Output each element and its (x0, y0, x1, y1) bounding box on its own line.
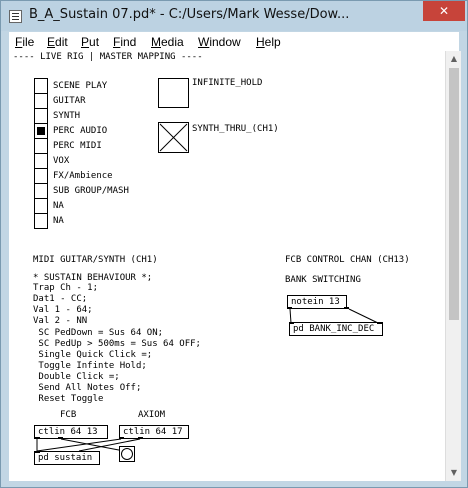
scroll-up-arrow-icon[interactable]: ▲ (446, 51, 462, 67)
infinite-hold-label: INFINITE_HOLD (192, 78, 263, 88)
close-button[interactable]: ✕ (423, 1, 465, 21)
radio-label: NA (53, 216, 64, 226)
radio-cell-selected[interactable] (35, 124, 47, 139)
object-outlet[interactable] (344, 307, 349, 309)
synth-thru-label: SYNTH_THRU_(CH1) (192, 124, 279, 134)
ctlin-fcb-object[interactable]: ctlin 64 13 (34, 425, 108, 439)
object-outlet[interactable] (119, 437, 124, 439)
menu-put[interactable]: Put (81, 35, 99, 49)
menu-bar: File Edit Put Find Media Window Help (9, 32, 459, 51)
radio-label: VOX (53, 156, 70, 166)
ctlin-axiom-object[interactable]: ctlin 64 17 (119, 425, 189, 439)
menu-file[interactable]: File (15, 35, 34, 49)
synth-thru-toggle[interactable] (158, 122, 189, 153)
infinite-hold-toggle[interactable] (158, 78, 189, 108)
object-inlet[interactable] (35, 451, 40, 453)
toggle-x-icon (159, 123, 188, 152)
menu-edit[interactable]: Edit (47, 35, 68, 49)
object-outlet[interactable] (58, 437, 63, 439)
radio-cell[interactable] (35, 214, 47, 229)
menu-window[interactable]: Window (198, 35, 241, 49)
radio-cell[interactable] (35, 199, 47, 214)
sustain-note-line: Send All Notes Off; (33, 383, 142, 393)
pd-patch-window: B_A_Sustain 07.pd* - C:/Users/Mark Wesse… (0, 0, 468, 488)
radio-label: PERC MIDI (53, 141, 102, 151)
radio-cell[interactable] (35, 94, 47, 109)
scroll-down-arrow-icon[interactable]: ▼ (446, 465, 462, 481)
sustain-note-line: Trap Ch - 1; (33, 283, 99, 293)
object-inlet[interactable] (377, 322, 382, 324)
radio-cell[interactable] (35, 109, 47, 124)
axiom-label: AXIOM (138, 410, 166, 420)
sustain-note-line: Toggle Infinte Hold; (33, 361, 147, 371)
sustain-note-line: SC PedUp > 500ms = Sus 64 OFF; (33, 339, 201, 349)
menu-help[interactable]: Help (256, 35, 281, 49)
radio-cell[interactable] (35, 154, 47, 169)
object-outlet[interactable] (35, 437, 40, 439)
vertical-radio[interactable] (34, 78, 48, 229)
sustain-note-line: Double Click =; (33, 372, 120, 382)
pd-app-icon (9, 10, 22, 23)
radio-label: GUITAR (53, 96, 86, 106)
title-bar[interactable]: B_A_Sustain 07.pd* - C:/Users/Mark Wesse… (1, 1, 467, 31)
object-outlet[interactable] (138, 437, 143, 439)
notein-object[interactable]: notein 13 (287, 295, 347, 309)
sustain-note-line: Dat1 - CC; (33, 294, 88, 304)
sustain-note-line: Single Quick Click =; (33, 350, 153, 360)
patch-header-comment: ---- LIVE RIG | MASTER MAPPING ---- (13, 52, 203, 62)
object-outlet[interactable] (287, 307, 292, 309)
radio-label: SCENE PLAY (53, 81, 108, 91)
patch-canvas[interactable]: ---- LIVE RIG | MASTER MAPPING ---- SCEN… (9, 51, 445, 481)
menu-media[interactable]: Media (151, 35, 184, 49)
bank-inc-dec-subpatch[interactable]: pd BANK_INC_DEC (289, 322, 383, 336)
bank-switching-label: BANK SWITCHING (285, 275, 361, 285)
radio-label: PERC AUDIO (53, 126, 108, 136)
sustain-note-line: Val 1 - 64; (33, 305, 93, 315)
sustain-note-line: SC PedDown = Sus 64 ON; (33, 328, 164, 338)
radio-label: SYNTH (53, 111, 81, 121)
scrollbar-thumb[interactable] (449, 68, 459, 320)
radio-cell[interactable] (35, 169, 47, 184)
midi-guitar-synth-heading: MIDI GUITAR/SYNTH (CH1) (33, 255, 158, 265)
sustain-note-line: Val 2 - NN (33, 316, 88, 326)
fcb-control-chan-heading: FCB CONTROL CHAN (CH13) (285, 255, 410, 265)
radio-cell[interactable] (35, 139, 47, 154)
radio-label: NA (53, 201, 64, 211)
radio-cell[interactable] (35, 79, 47, 94)
pd-sustain-subpatch[interactable]: pd sustain (34, 451, 100, 465)
radio-label: FX/Ambience (53, 171, 113, 181)
menu-find[interactable]: Find (113, 35, 136, 49)
object-inlet[interactable] (289, 322, 294, 324)
radio-cell[interactable] (35, 184, 47, 199)
vertical-scrollbar[interactable]: ▲ ▼ (445, 51, 461, 481)
fcb-label: FCB (60, 410, 77, 420)
sustain-note-line: Reset Toggle (33, 394, 104, 404)
radio-label: SUB GROUP/MASH (53, 186, 129, 196)
window-title: B_A_Sustain 07.pd* - C:/Users/Mark Wesse… (29, 7, 350, 22)
bang-button[interactable] (119, 446, 135, 462)
